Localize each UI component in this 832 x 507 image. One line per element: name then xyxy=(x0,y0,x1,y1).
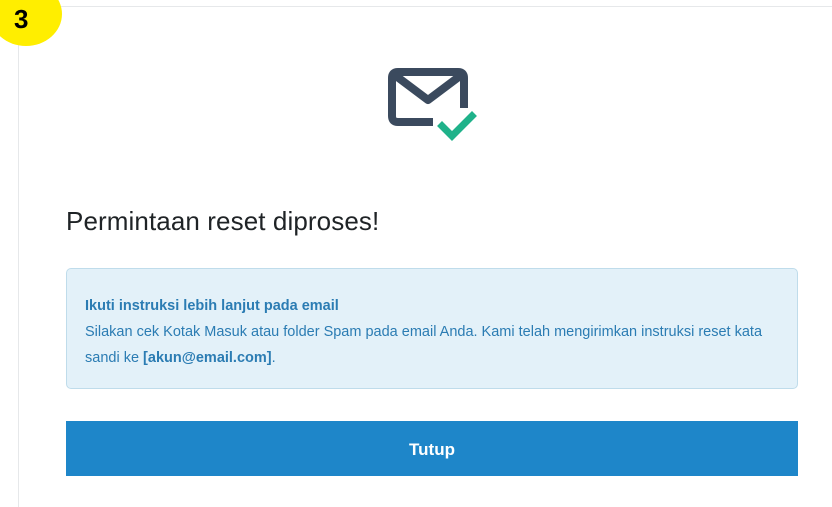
dialog-title: Permintaan reset diproses! xyxy=(66,206,380,236)
account-email: [akun@email.com] xyxy=(143,350,272,366)
email-instruction-notice: Ikuti instruksi lebih lanjut pada email … xyxy=(66,268,798,389)
close-button[interactable]: Tutup xyxy=(66,421,798,476)
notice-body-end: . xyxy=(271,350,276,366)
screen: 3 Permintaan reset diproses! Ikuti instr… xyxy=(0,0,832,507)
notice-body: Silakan cek Kotak Masuk atau folder Spam… xyxy=(85,319,779,371)
mail-check-icon xyxy=(388,68,477,141)
notice-heading: Ikuti instruksi lebih lanjut pada email xyxy=(85,298,339,314)
step-number: 3 xyxy=(14,4,29,34)
